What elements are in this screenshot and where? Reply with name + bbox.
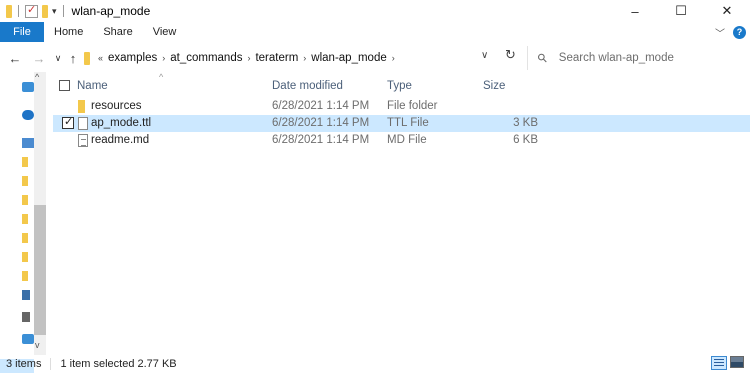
search-placeholder: Search wlan-ap_mode <box>558 52 674 64</box>
maximize-button[interactable]: ☐ <box>658 0 704 22</box>
chevron-right-icon[interactable]: › <box>160 53 167 63</box>
selection-info: 1 item selected 2.77 KB <box>60 358 177 370</box>
tab-share[interactable]: Share <box>93 22 142 42</box>
chevron-right-icon[interactable]: › <box>301 53 308 63</box>
window-title: wlan-ap_mode <box>71 4 151 18</box>
tab-file[interactable]: File <box>0 22 44 42</box>
address-overflow[interactable]: « <box>96 53 105 63</box>
folder-icon[interactable] <box>22 195 28 205</box>
scroll-up-icon[interactable]: ^ <box>35 72 39 82</box>
folder-icon[interactable] <box>22 271 28 281</box>
file-date: 6/28/2021 1:14 PM <box>272 117 370 129</box>
folder-icon <box>84 51 90 65</box>
details-view-button[interactable] <box>711 356 727 370</box>
address-history-chevron-icon[interactable]: ∨ <box>481 50 488 61</box>
details-view-icon <box>714 359 724 367</box>
folder-icon[interactable] <box>22 176 28 186</box>
breadcrumb-at-commands[interactable]: at_commands <box>167 52 245 64</box>
dropbox-icon[interactable] <box>22 82 34 92</box>
expand-ribbon-icon[interactable]: ﹀ <box>715 25 725 40</box>
folder-icon <box>6 4 12 18</box>
file-size: 6 KB <box>513 134 538 146</box>
text-file-icon <box>78 134 88 147</box>
recent-locations-chevron-icon[interactable]: ∨ <box>52 46 64 70</box>
address-bar[interactable]: « examples › at_commands › teraterm › wl… <box>84 46 526 70</box>
column-header-type[interactable]: Type <box>387 80 412 92</box>
file-list: ^ Name Date modified Type Size resources… <box>53 72 750 149</box>
chevron-right-icon[interactable]: › <box>245 53 252 63</box>
column-header-size[interactable]: Size <box>483 80 505 92</box>
drive-icon[interactable] <box>22 290 30 300</box>
folder-icon[interactable] <box>22 214 28 224</box>
file-icon <box>78 117 88 130</box>
scroll-down-icon[interactable]: v <box>35 340 40 350</box>
network-icon[interactable] <box>22 334 34 344</box>
breadcrumb-wlan-ap-mode[interactable]: wlan-ap_mode <box>308 52 389 64</box>
list-item[interactable]: ap_mode.ttl 6/28/2021 1:14 PM TTL File 3… <box>53 115 750 132</box>
close-button[interactable]: ✕ <box>704 0 750 22</box>
item-count: 3 items <box>6 358 42 370</box>
column-header-row: ^ Name Date modified Type Size <box>53 72 750 98</box>
onedrive-icon[interactable] <box>22 110 34 120</box>
folder-icon[interactable] <box>22 233 28 243</box>
select-all-checkbox[interactable] <box>59 80 70 91</box>
chevron-right-icon[interactable]: › <box>390 53 397 63</box>
drive-icon[interactable] <box>22 312 30 322</box>
properties-icon[interactable] <box>25 3 38 18</box>
tab-view[interactable]: View <box>143 22 187 42</box>
new-folder-icon[interactable] <box>42 4 48 18</box>
sort-indicator-icon: ^ <box>159 72 164 82</box>
status-bar: 3 items 1 item selected 2.77 KB <box>0 355 750 373</box>
up-arrow-icon[interactable]: ↑ <box>64 46 82 70</box>
file-name[interactable]: resources <box>91 100 142 112</box>
file-type: MD File <box>387 134 427 146</box>
file-date: 6/28/2021 1:14 PM <box>272 100 370 112</box>
list-item[interactable]: resources 6/28/2021 1:14 PM File folder <box>53 98 750 115</box>
search-input[interactable]: ⚲ Search wlan-ap_mode <box>527 46 745 70</box>
folder-icon[interactable] <box>22 252 28 262</box>
title-bar: ▾ wlan-ap_mode – ☐ ✕ <box>0 0 750 22</box>
quick-access-toolbar: ▾ <box>0 3 66 18</box>
minimize-button[interactable]: – <box>612 0 658 22</box>
file-size: 3 KB <box>513 117 538 129</box>
customize-toolbar-icon[interactable]: ▾ <box>52 6 57 17</box>
file-date: 6/28/2021 1:14 PM <box>272 134 370 146</box>
breadcrumb-examples[interactable]: examples <box>105 52 160 64</box>
column-header-date-modified[interactable]: Date modified <box>272 80 343 92</box>
ribbon-tabs: File Home Share View ﹀ ? <box>0 22 750 42</box>
file-type: File folder <box>387 100 438 112</box>
file-name[interactable]: readme.md <box>91 134 149 146</box>
large-icons-view-button[interactable] <box>730 356 744 368</box>
breadcrumb-teraterm[interactable]: teraterm <box>252 52 301 64</box>
folder-icon <box>78 100 85 113</box>
nav-pane-scroll-thumb[interactable] <box>34 205 46 335</box>
file-name[interactable]: ap_mode.ttl <box>91 117 151 129</box>
folder-icon[interactable] <box>22 157 28 167</box>
column-header-name[interactable]: Name <box>77 80 108 92</box>
forward-arrow-icon[interactable]: → <box>30 46 48 70</box>
search-icon: ⚲ <box>534 49 551 67</box>
list-item[interactable]: readme.md 6/28/2021 1:14 PM MD File 6 KB <box>53 132 750 149</box>
help-icon[interactable]: ? <box>733 25 746 39</box>
this-pc-icon[interactable] <box>22 138 34 148</box>
back-arrow-icon[interactable]: ← <box>6 46 24 70</box>
file-type: TTL File <box>387 117 429 129</box>
tab-home[interactable]: Home <box>44 22 93 42</box>
row-checkbox[interactable] <box>62 115 74 129</box>
refresh-icon[interactable]: ↻ <box>505 47 516 63</box>
